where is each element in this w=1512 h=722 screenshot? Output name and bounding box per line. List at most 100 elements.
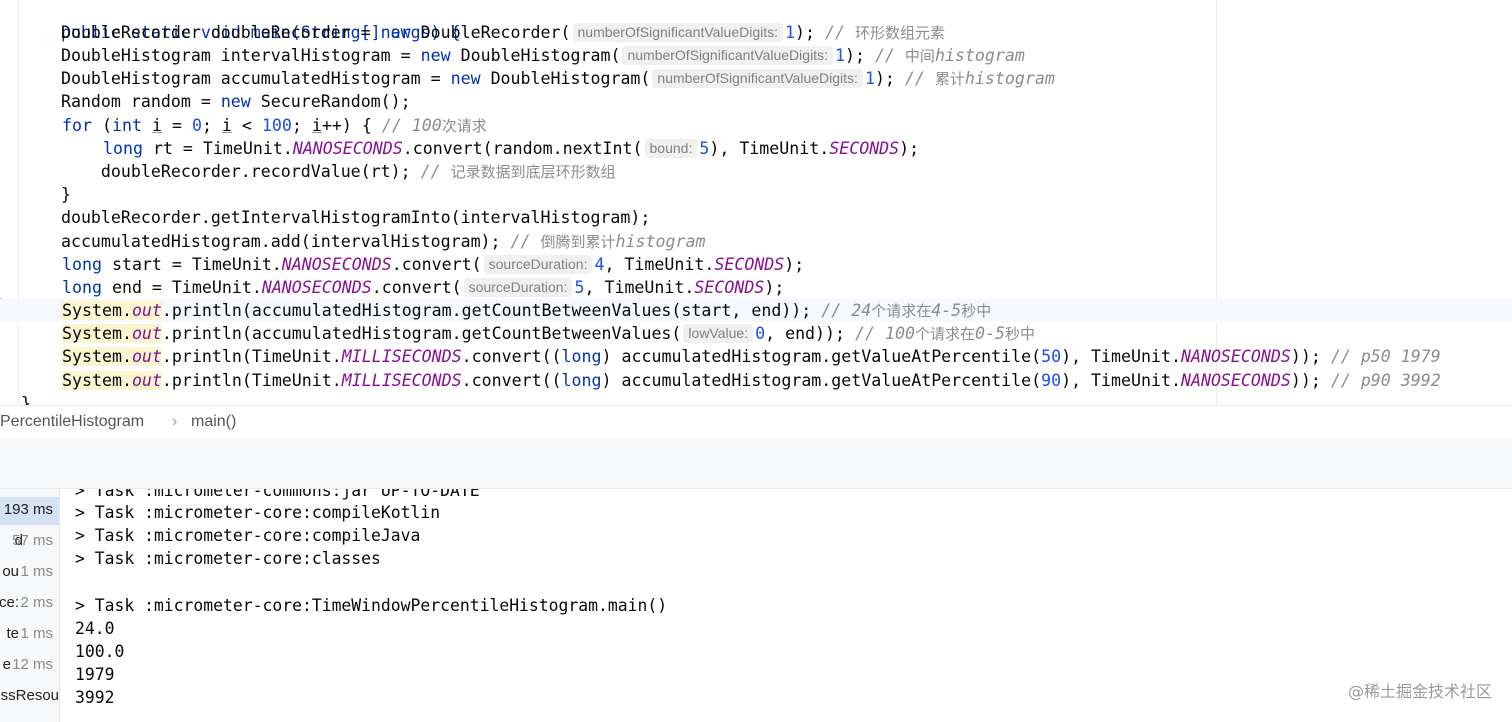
breadcrumb-class[interactable]: PercentileHistogram — [0, 406, 144, 437]
code-text: .convert(random.nextInt( — [402, 139, 643, 158]
code-line[interactable]: long end = TimeUnit.NANOSECONDS.convert(… — [62, 276, 784, 299]
code-text: ); — [795, 23, 815, 42]
comment: 秒中 — [961, 302, 992, 320]
code-line[interactable]: } — [21, 392, 31, 405]
code-text: , TimeUnit. — [584, 278, 695, 297]
current-code-line[interactable]: System.out.println(accumulatedHistogram.… — [0, 299, 1512, 322]
comment: 环形数组元素 — [854, 24, 945, 42]
code-line[interactable]: long start = TimeUnit.NANOSECONDS.conver… — [62, 253, 804, 276]
system-class: System. — [62, 371, 132, 390]
tree-row[interactable]: e 12 ms — [0, 652, 59, 680]
static-field: SECONDS — [829, 139, 900, 158]
code-line[interactable]: System.out.println(TimeUnit.MILLISECONDS… — [62, 345, 1441, 368]
code-editor[interactable]: public static void main(String[] args) {… — [0, 0, 1512, 405]
code-line[interactable]: doubleRecorder.recordValue(rt); // 记录数据到… — [21, 160, 616, 183]
static-field: out — [131, 371, 162, 390]
code-text: } — [21, 394, 31, 405]
code-line[interactable]: Random random = new SecureRandom(); — [21, 90, 411, 113]
tree-row[interactable]: 193 ms — [0, 497, 59, 525]
keyword: long — [561, 371, 602, 390]
code-text: ) accumulatedHistogram.getValueAtPercent… — [601, 347, 1042, 366]
comment: // 100 — [855, 324, 915, 343]
comment: 中间 — [904, 47, 935, 65]
tree-row[interactable]: ssResou — [0, 683, 59, 711]
code-text: ++) { — [321, 116, 382, 135]
console-line: > Task :micrometer-core:TimeWindowPercen… — [75, 596, 668, 615]
keyword: long — [103, 139, 143, 158]
code-text: DoubleHistogram( — [450, 46, 621, 65]
number-literal: 4 — [594, 255, 605, 274]
keyword: int — [111, 116, 142, 135]
code-text: doubleRecorder.getIntervalHistogramInto(… — [21, 208, 651, 227]
comment: // 100 — [381, 116, 442, 135]
static-field: out — [131, 324, 162, 343]
number-literal: 0 — [755, 324, 766, 343]
code-text: .convert(( — [461, 371, 562, 390]
comment: 记录数据到底层环形数组 — [450, 163, 616, 181]
code-line[interactable]: System.out.println(accumulatedHistogram.… — [62, 322, 1035, 345]
code-line[interactable]: doubleRecorder.getIntervalHistogramInto(… — [21, 206, 650, 229]
tree-row[interactable]: te 1 ms — [0, 621, 59, 649]
tree-row[interactable]: ce: 2 ms — [0, 590, 59, 618]
task-name: ou — [2, 563, 19, 580]
code-line[interactable]: DoubleRecorder doubleRecorder = new Doub… — [21, 21, 945, 44]
code-line[interactable]: for (int i = 0; i < 100; i++) { // 100次请… — [62, 114, 487, 137]
number-literal: 1 — [864, 69, 875, 88]
comment: 0-5 — [974, 324, 1005, 343]
tree-row[interactable]: d 57 ms — [0, 528, 59, 556]
keyword: long — [62, 278, 102, 297]
task-duration: 1 ms — [20, 625, 53, 642]
keyword: new — [220, 92, 251, 111]
watermark: @稀土掘金技术社区 — [1347, 682, 1492, 701]
task-duration: 12 ms — [12, 656, 53, 673]
code-line[interactable]: } — [21, 183, 71, 206]
console-line: > Task :micrometer-core:classes — [75, 549, 381, 568]
code-text: DoubleHistogram( — [480, 69, 651, 88]
number-literal: 5 — [574, 278, 585, 297]
tree-row[interactable]: ou 1 ms — [0, 559, 59, 587]
number-literal: 5 — [699, 139, 710, 158]
comment: 4-5 — [931, 301, 962, 320]
run-console[interactable]: > Task :micrometer-commons:jar UP-TO-DAT… — [60, 489, 1512, 722]
code-text: ); — [874, 69, 895, 88]
code-text: DoubleRecorder( — [410, 23, 571, 42]
task-duration: 57 ms — [12, 532, 53, 549]
static-field: out — [131, 301, 162, 320]
static-field: NANOSECONDS — [261, 278, 372, 297]
loop-variable: i — [311, 116, 322, 135]
parameter-hint: bound: — [644, 139, 698, 158]
system-class: System. — [62, 347, 132, 366]
code-text: ), TimeUnit. — [709, 139, 830, 158]
parameter-hint: lowValue: — [683, 324, 754, 343]
breadcrumb-method[interactable]: main() — [191, 406, 236, 437]
code-text: < — [231, 116, 262, 135]
code-text: .println(accumulatedHistogram.getCountBe… — [161, 324, 682, 343]
keyword: new — [380, 23, 411, 42]
comment: // p90 3992 — [1330, 371, 1441, 390]
comment: 累计 — [934, 70, 965, 88]
static-field: MILLISECONDS — [341, 347, 462, 366]
code-line[interactable]: System.out.println(TimeUnit.MILLISECONDS… — [62, 369, 1441, 392]
parameter-hint: numberOfSignificantValueDigits: — [572, 23, 784, 42]
code-text: ); — [899, 139, 920, 158]
code-text: .convert( — [391, 255, 482, 274]
comment: // — [420, 162, 451, 181]
system-class: System. — [62, 301, 132, 320]
comment: histogram — [964, 69, 1055, 88]
console-line: 3992 — [75, 688, 115, 707]
code-line[interactable]: long rt = TimeUnit.NANOSECONDS.convert(r… — [103, 137, 919, 160]
task-name: ssResou — [0, 687, 59, 704]
code-line[interactable]: DoubleHistogram accumulatedHistogram = n… — [21, 67, 1055, 90]
code-line[interactable]: public static void main(String[] args) { — [21, 0, 461, 42]
keyword: new — [450, 69, 481, 88]
code-text: end = TimeUnit. — [101, 278, 262, 297]
task-name: ce: — [0, 594, 19, 611]
code-line[interactable]: DoubleHistogram intervalHistogram = new … — [21, 44, 1025, 67]
keyword: for — [62, 116, 92, 135]
code-text: .convert(( — [461, 347, 562, 366]
static-field: SECONDS — [714, 255, 785, 274]
number-literal: 0 — [191, 116, 202, 135]
loop-variable: i — [221, 116, 232, 135]
code-line[interactable]: accumulatedHistogram.add(intervalHistogr… — [21, 230, 706, 253]
